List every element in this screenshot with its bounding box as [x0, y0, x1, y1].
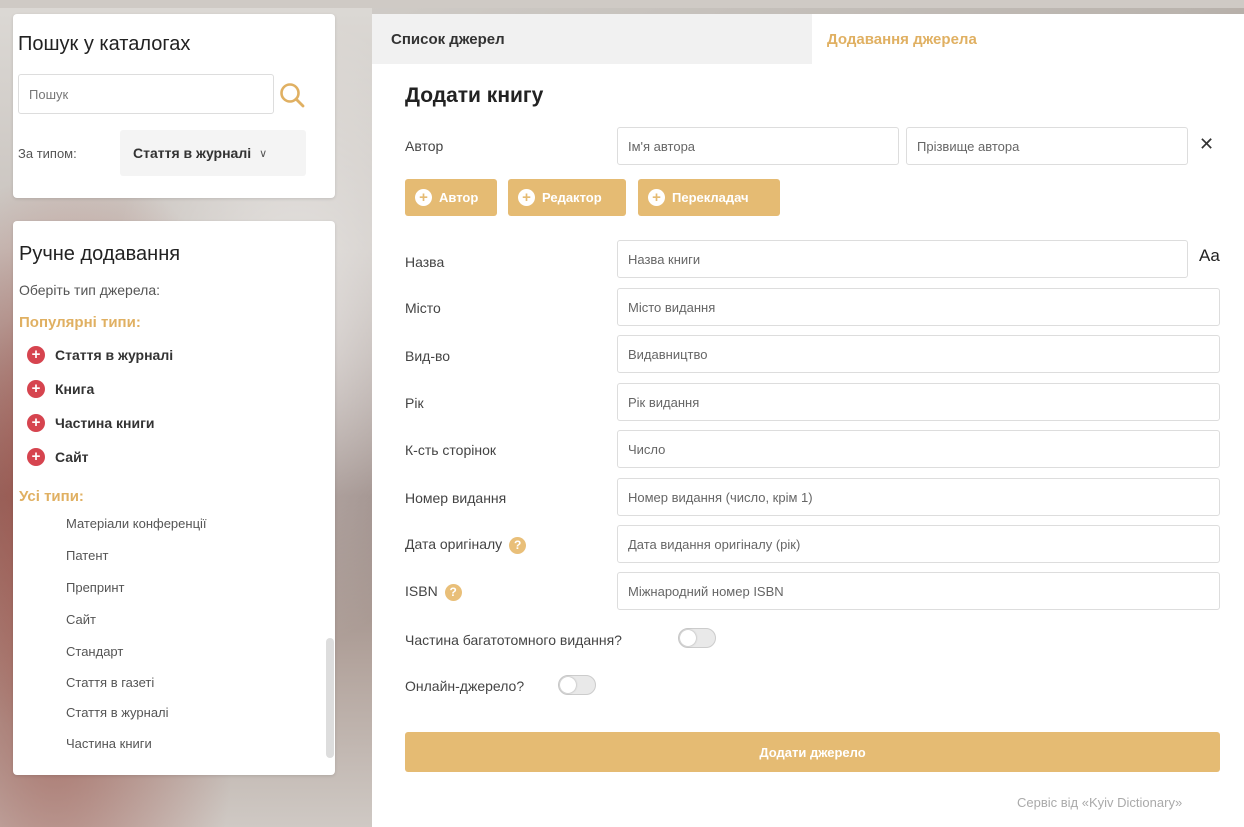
plus-icon: +	[27, 346, 45, 364]
author-last-name-input[interactable]	[906, 127, 1188, 165]
city-label: Місто	[405, 300, 441, 316]
multivolume-label: Частина багатотомного видання?	[405, 632, 622, 648]
search-icon[interactable]	[277, 80, 307, 110]
popular-type-label: Частина книги	[55, 415, 155, 431]
chevron-down-icon: ∨	[259, 147, 268, 160]
help-icon[interactable]: ?	[509, 536, 527, 554]
online-source-label: Онлайн-джерело?	[405, 678, 525, 694]
tab-add-source[interactable]: Додавання джерела	[812, 14, 1244, 64]
help-icon[interactable]: ?	[444, 583, 462, 601]
button-label: Автор	[439, 190, 479, 205]
all-type-item[interactable]: Сайт	[66, 612, 96, 627]
all-types-heading: Усі типи:	[19, 488, 84, 505]
form-title: Додати книгу	[405, 84, 544, 107]
multivolume-toggle[interactable]	[678, 628, 716, 648]
title-label: Назва	[405, 254, 445, 270]
popular-type-item[interactable]: + Стаття в журналі	[27, 344, 174, 366]
type-filter-label: За типом:	[18, 146, 77, 161]
publisher-label: Вид-во	[405, 348, 451, 364]
plus-icon: +	[415, 189, 432, 206]
all-type-item[interactable]: Препринт	[66, 580, 124, 595]
edition-input[interactable]	[617, 478, 1220, 516]
source-panel: Список джерел Додавання джерела Додати к…	[372, 14, 1244, 827]
add-author-button[interactable]: + Автор	[405, 179, 497, 216]
popular-type-label: Стаття в журналі	[55, 347, 174, 363]
publisher-input[interactable]	[617, 335, 1220, 373]
author-label: Автор	[405, 138, 444, 154]
manual-add-subtitle: Оберіть тип джерела:	[19, 282, 161, 298]
all-type-item[interactable]: Матеріали конференції	[66, 516, 207, 531]
all-type-item[interactable]: Стаття в газеті	[66, 675, 154, 690]
pages-label: К-сть сторінок	[405, 442, 496, 458]
add-source-button[interactable]: Додати джерело	[405, 732, 1220, 772]
popular-type-label: Сайт	[55, 449, 89, 465]
all-type-item[interactable]: Патент	[66, 548, 108, 563]
isbn-input[interactable]	[617, 572, 1220, 610]
popular-type-item[interactable]: + Книга	[27, 378, 95, 400]
all-type-item[interactable]: Стандарт	[66, 644, 123, 659]
city-input[interactable]	[617, 288, 1220, 326]
popular-type-item[interactable]: + Частина книги	[27, 412, 155, 434]
plus-icon: +	[518, 189, 535, 206]
popular-type-label: Книга	[55, 381, 95, 397]
isbn-label-text: ISBN	[405, 583, 438, 599]
author-first-name-input[interactable]	[617, 127, 899, 165]
plus-icon: +	[648, 189, 665, 206]
manual-add-title: Ручне додавання	[19, 243, 181, 265]
add-translator-button[interactable]: + Перекладач	[638, 179, 780, 216]
book-title-input[interactable]	[617, 240, 1188, 278]
pages-input[interactable]	[617, 430, 1220, 468]
all-type-item[interactable]: Частина книги	[66, 736, 152, 751]
edition-label: Номер видання	[405, 490, 507, 506]
close-icon[interactable]: ✕	[1199, 134, 1214, 155]
popular-type-item[interactable]: + Сайт	[27, 446, 89, 468]
tab-source-list[interactable]: Список джерел	[372, 14, 812, 64]
isbn-label: ISBN?	[405, 583, 462, 601]
type-filter-select[interactable]: Стаття в журналі ∨	[120, 130, 306, 176]
add-editor-button[interactable]: + Редактор	[508, 179, 626, 216]
plus-icon: +	[27, 380, 45, 398]
type-filter-value: Стаття в журналі	[133, 145, 252, 161]
original-date-label-text: Дата оригіналу	[405, 536, 503, 552]
button-label: Редактор	[542, 190, 602, 205]
button-label: Перекладач	[672, 190, 749, 205]
online-source-toggle[interactable]	[558, 675, 596, 695]
original-date-input[interactable]	[617, 525, 1220, 563]
plus-icon: +	[27, 414, 45, 432]
plus-icon: +	[27, 448, 45, 466]
search-input[interactable]	[18, 74, 274, 114]
footer-credit: Сервіс від «Kyiv Dictionary»	[1017, 795, 1183, 810]
original-date-label: Дата оригіналу?	[405, 536, 527, 554]
text-case-button[interactable]: Aa	[1199, 246, 1220, 266]
search-title: Пошук у каталогах	[18, 33, 191, 55]
top-strip	[0, 0, 1244, 8]
popular-types-heading: Популярні типи:	[19, 314, 141, 331]
scrollbar[interactable]	[326, 638, 334, 758]
year-label: Рік	[405, 395, 424, 411]
year-input[interactable]	[617, 383, 1220, 421]
all-type-item[interactable]: Стаття в журналі	[66, 705, 169, 720]
